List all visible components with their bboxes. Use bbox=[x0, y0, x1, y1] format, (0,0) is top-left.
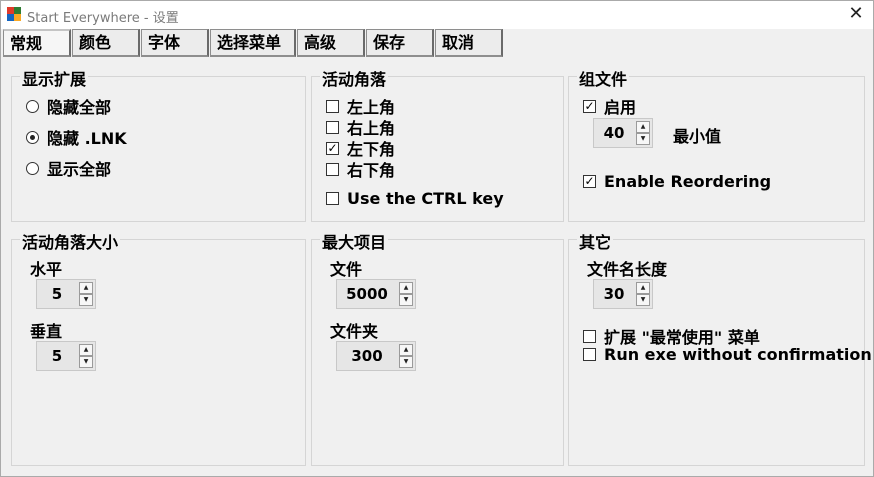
group-title: 最大项目 bbox=[320, 229, 389, 253]
spinner-value: 40 bbox=[603, 124, 625, 142]
spin-down-arrow-icon[interactable]: ▼ bbox=[79, 356, 93, 368]
checkbox-run-exe[interactable]: Run exe without confirmation bbox=[583, 345, 872, 364]
checkbox-icon bbox=[583, 329, 596, 343]
spin-up-arrow-icon[interactable]: ▲ bbox=[79, 344, 93, 356]
checkbox-bottom-right[interactable]: 右下角 bbox=[326, 157, 395, 181]
group-title: 组文件 bbox=[577, 66, 630, 90]
vertical-label: 垂直 bbox=[30, 322, 63, 341]
checkbox-label: Run exe without confirmation bbox=[604, 345, 872, 364]
spinner-value: 30 bbox=[603, 285, 625, 303]
files-label: 文件 bbox=[330, 260, 363, 279]
tab-colors[interactable]: 颜色 bbox=[72, 29, 140, 57]
app-icon bbox=[7, 7, 21, 21]
spin-down-arrow-icon[interactable]: ▼ bbox=[79, 294, 93, 306]
group-title: 活动角落大小 bbox=[20, 229, 121, 253]
checkbox-icon bbox=[326, 162, 339, 176]
radio-icon bbox=[26, 99, 39, 113]
group-title: 其它 bbox=[577, 229, 614, 253]
tab-save[interactable]: 保存 bbox=[366, 29, 434, 57]
horizontal-label: 水平 bbox=[30, 260, 63, 279]
radio-selected-icon bbox=[26, 130, 39, 144]
filename-length-label: 文件名长度 bbox=[587, 260, 668, 279]
group-files-group: 组文件 ✓ 启用 40 ▲ ▼ 最小值 ✓ Enable Reordering bbox=[568, 66, 865, 222]
checkbox-icon bbox=[326, 192, 339, 205]
other-group: 其它 文件名长度 30 ▲ ▼ 扩展 "最常使用" 菜单 Run exe wit… bbox=[568, 229, 872, 466]
spin-up-arrow-icon[interactable]: ▲ bbox=[79, 282, 93, 294]
radio-label: 隐藏全部 bbox=[47, 98, 112, 117]
check-mark-icon: ✓ bbox=[583, 98, 596, 113]
checkbox-icon bbox=[326, 120, 339, 134]
check-mark-icon: ✓ bbox=[583, 174, 596, 188]
checkbox-label: 启用 bbox=[604, 98, 637, 117]
spin-up-arrow-icon[interactable]: ▲ bbox=[399, 282, 413, 294]
spin-down-arrow-icon[interactable]: ▼ bbox=[399, 294, 413, 306]
checkbox-icon bbox=[583, 348, 596, 361]
max-folders-spinner[interactable]: 300 ▲ ▼ bbox=[336, 341, 416, 371]
spinner-buttons: ▲ ▼ bbox=[79, 344, 93, 368]
radio-hide-all[interactable]: 隐藏全部 bbox=[26, 94, 111, 118]
radio-icon bbox=[26, 161, 39, 175]
max-items-group: 最大项目 文件 5000 ▲ ▼ 文件夹 300 ▲ ▼ bbox=[311, 229, 564, 466]
corner-size-group: 活动角落大小 水平 5 ▲ ▼ 垂直 5 ▲ ▼ bbox=[11, 229, 306, 466]
check-mark-icon: ✓ bbox=[326, 140, 339, 155]
spin-down-arrow-icon[interactable]: ▼ bbox=[636, 133, 650, 145]
spin-up-arrow-icon[interactable]: ▲ bbox=[399, 344, 413, 356]
filename-length-spinner[interactable]: 30 ▲ ▼ bbox=[593, 279, 653, 309]
spin-down-arrow-icon[interactable]: ▼ bbox=[636, 294, 650, 306]
checkbox-label: Use the CTRL key bbox=[347, 189, 504, 208]
checkbox-enable-grouping[interactable]: ✓ 启用 bbox=[583, 94, 636, 118]
spinner-buttons: ▲ ▼ bbox=[636, 121, 650, 145]
spin-up-arrow-icon[interactable]: ▲ bbox=[636, 282, 650, 294]
close-button[interactable]: ✕ bbox=[845, 4, 867, 26]
group-title: 活动角落 bbox=[320, 66, 389, 90]
radio-label: 显示全部 bbox=[47, 160, 112, 179]
window-title: Start Everywhere - 设置 bbox=[27, 11, 179, 26]
tab-fonts[interactable]: 字体 bbox=[141, 29, 209, 57]
max-files-spinner[interactable]: 5000 ▲ ▼ bbox=[336, 279, 416, 309]
vertical-spinner[interactable]: 5 ▲ ▼ bbox=[36, 341, 96, 371]
radio-show-all[interactable]: 显示全部 bbox=[26, 156, 111, 180]
spin-down-arrow-icon[interactable]: ▼ bbox=[399, 356, 413, 368]
spinner-buttons: ▲ ▼ bbox=[399, 282, 413, 306]
display-ext-group: 显示扩展 隐藏全部 隐藏 .LNK 显示全部 bbox=[11, 66, 306, 222]
checkbox-label: Enable Reordering bbox=[604, 172, 772, 191]
spin-up-arrow-icon[interactable]: ▲ bbox=[636, 121, 650, 133]
spinner-buttons: ▲ ▼ bbox=[399, 344, 413, 368]
tab-cancel[interactable]: 取消 bbox=[435, 29, 503, 57]
tab-select-menu[interactable]: 选择菜单 bbox=[210, 29, 296, 57]
checkbox-ctrl-key[interactable]: Use the CTRL key bbox=[326, 189, 504, 208]
checkbox-label: 右下角 bbox=[347, 161, 396, 180]
close-icon: ✕ bbox=[848, 3, 864, 24]
folders-label: 文件夹 bbox=[330, 322, 379, 341]
group-title: 显示扩展 bbox=[20, 66, 89, 90]
spinner-value: 5 bbox=[51, 347, 63, 365]
spinner-buttons: ▲ ▼ bbox=[79, 282, 93, 306]
spinner-value: 5000 bbox=[346, 285, 388, 303]
spinner-value: 300 bbox=[351, 347, 383, 365]
tab-advanced[interactable]: 高级 bbox=[297, 29, 365, 57]
spinner-buttons: ▲ ▼ bbox=[636, 282, 650, 306]
radio-label: 隐藏 .LNK bbox=[47, 129, 127, 148]
settings-window: Start Everywhere - 设置 ✕ 常规 颜色 字体 选择菜单 高级… bbox=[0, 0, 874, 477]
checkbox-enable-reordering[interactable]: ✓ Enable Reordering bbox=[583, 172, 771, 191]
horizontal-spinner[interactable]: 5 ▲ ▼ bbox=[36, 279, 96, 309]
title-bar: Start Everywhere - 设置 ✕ bbox=[1, 1, 873, 29]
radio-hide-lnk[interactable]: 隐藏 .LNK bbox=[26, 125, 127, 149]
min-value-spinner[interactable]: 40 ▲ ▼ bbox=[593, 118, 653, 148]
tab-general[interactable]: 常规 bbox=[3, 29, 71, 57]
hot-corners-group: 活动角落 左上角 右上角 ✓ 左下角 右下角 Use the CTRL key bbox=[311, 66, 564, 222]
min-value-label: 最小值 bbox=[673, 127, 722, 146]
checkbox-icon bbox=[326, 99, 339, 113]
spinner-value: 5 bbox=[51, 285, 63, 303]
